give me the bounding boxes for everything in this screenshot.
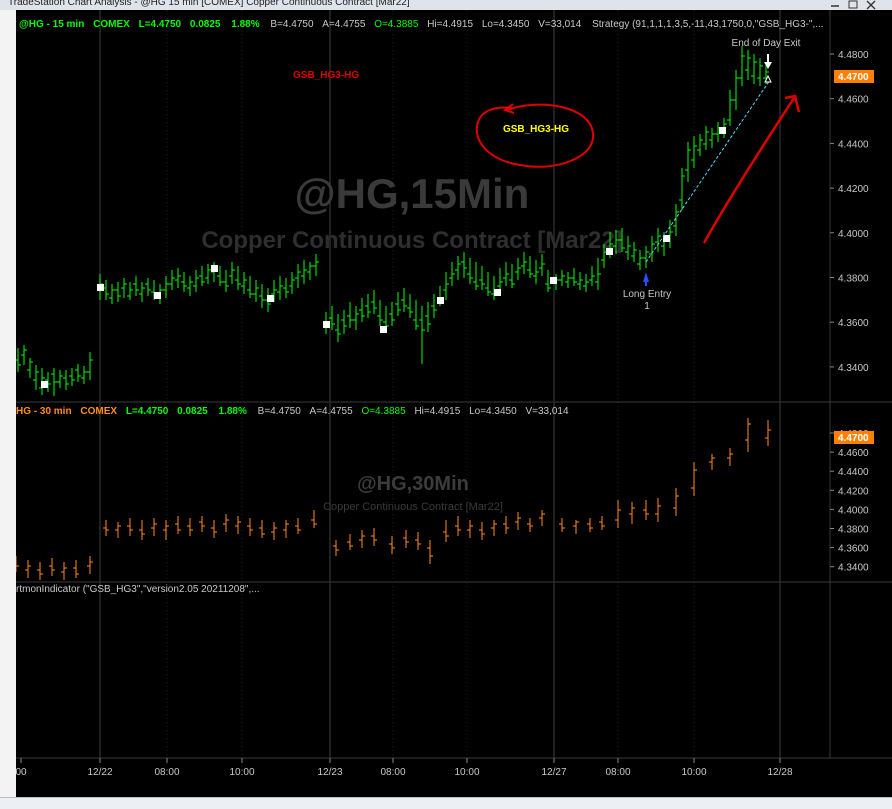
price-axis-30-label: 4.4600: [838, 448, 869, 459]
pane2-bid: B=4.4750: [258, 406, 302, 417]
price-marker-15: 4.4700: [838, 72, 869, 83]
pane3-indicator[interactable]: rtmonIndicator ("GSB_HG3","version2.05 2…: [16, 584, 260, 595]
price-axis-15-label: 4.4000: [838, 229, 869, 240]
chart-window[interactable]: @HG,15Min Copper Continuous Contract [Ma…: [13, 10, 892, 797]
pane1-change: 0.0825: [190, 19, 221, 30]
price-axis-30-label: 4.4000: [838, 505, 869, 516]
pane1-exchange: COMEX: [93, 19, 130, 30]
pane2-ask: A=4.4755: [310, 406, 354, 417]
strategy-markers: [41, 127, 726, 388]
pane1-strategy[interactable]: Strategy (91,1,1,1,3,5,-11,43,1750,0,"GS…: [592, 19, 824, 30]
watermark-title-30: @HG,30Min: [357, 473, 469, 495]
pane2-exchange: COMEX: [80, 406, 117, 417]
strategy-marker: [380, 326, 387, 333]
price-axis-15-label: 4.4400: [838, 139, 869, 150]
time-label: 10:00: [681, 767, 706, 778]
pane2-symbol: HG - 30 min: [16, 406, 72, 417]
pane1-pct: 1.88%: [231, 19, 259, 30]
exit-arrow: [764, 62, 772, 69]
price-axis-30-label: 4.3600: [838, 544, 869, 555]
time-label: 00: [16, 767, 27, 778]
maximize-icon[interactable]: [846, 0, 860, 10]
time-label: 12/23: [317, 767, 342, 778]
watermark-subtitle-15: Copper Continuous Contract [Mar22]: [201, 227, 622, 254]
watermark-subtitle-30: Copper Continuous Contract [Mar22]: [323, 501, 503, 513]
long-entry-label: Long Entry: [623, 289, 671, 300]
strategy-marker: [267, 295, 274, 302]
strategy-marker: [41, 381, 48, 388]
minimize-icon[interactable]: [828, 0, 842, 10]
pane1-low: Lo=4.3450: [482, 19, 530, 30]
strategy-marker: [606, 248, 613, 255]
strategy-marker: [437, 297, 444, 304]
pane1-ask: A=4.4755: [322, 19, 366, 30]
strategy-marker: [550, 277, 557, 284]
price-marker-30: 4.4700: [838, 433, 869, 444]
strategy-marker: [211, 265, 218, 272]
price-axis-30-label: 4.4400: [838, 467, 869, 478]
pane1-open: O=4.3885: [374, 19, 419, 30]
pane1-header: @HG - 15 min COMEX L=4.4750 0.0825 1.88%…: [19, 19, 824, 30]
price-axis-30-label: 4.4200: [838, 486, 869, 497]
window-title: TradeStation Chart Analysis - @HG 15 min…: [8, 0, 410, 8]
strategy-marker: [719, 127, 726, 134]
pane2-header: HG - 30 min COMEX L=4.4750 0.0825 1.88% …: [16, 406, 569, 417]
session-dividers: [99, 10, 781, 758]
annotation-ellipse: [475, 103, 595, 168]
chart-canvas[interactable]: @HG,15Min Copper Continuous Contract [Ma…: [13, 10, 892, 797]
strategy-marker: [154, 292, 161, 299]
pane2-volume: V=33,014: [525, 406, 569, 417]
watermark-title-15: @HG,15Min: [295, 170, 530, 217]
pane1-bid: B=4.4750: [270, 19, 314, 30]
pane2-pct: 1.88%: [219, 406, 247, 417]
price-axis-15-label: 4.4800: [838, 50, 869, 61]
price-axis-30[interactable]: 4.48004.46004.44004.42004.40004.38004.36…: [830, 429, 869, 574]
long-entry-arrow: [643, 272, 649, 282]
time-label: 08:00: [154, 767, 179, 778]
strategy-label-red: GSB_HG3-HG: [293, 70, 359, 81]
time-label: 12/22: [87, 767, 112, 778]
time-label: 10:00: [454, 767, 479, 778]
time-label: 08:00: [605, 767, 630, 778]
strategy-marker: [323, 321, 330, 328]
price-axis-15-label: 4.3400: [838, 363, 869, 374]
left-frame: [0, 10, 16, 797]
pane1-symbol: @HG - 15 min: [19, 19, 84, 30]
pane1-last: L=4.4750: [139, 19, 182, 30]
pane2-open: O=4.3885: [361, 406, 406, 417]
price-axis-15-label: 4.3800: [838, 274, 869, 285]
status-bar: [0, 797, 892, 809]
price-axis-30-label: 4.3800: [838, 525, 869, 536]
time-axis[interactable]: 00 12/22 08:00 10:00 12/23 08:00 10:00 12/27 08:…: [15, 758, 793, 778]
exit-label: End of Day Exit: [732, 38, 801, 49]
pane2-change: 0.0825: [177, 406, 208, 417]
pane2-last: L=4.4750: [126, 406, 169, 417]
pane2-low: Lo=4.3450: [469, 406, 517, 417]
price-axis-15[interactable]: 4.4800 4.4600 4.4400 4.4200 4.4000 4.3800 4.36…: [830, 50, 869, 374]
price-axis-30-label: 4.3400: [838, 563, 869, 574]
price-axis-15-label: 4.4600: [838, 95, 869, 106]
pane2-high: Hi=4.4915: [414, 406, 460, 417]
time-label: 08:00: [380, 767, 405, 778]
pane1-high: Hi=4.4915: [427, 19, 473, 30]
strategy-marker: [97, 284, 104, 291]
time-label: 10:00: [229, 767, 254, 778]
strategy-marker: [494, 289, 501, 296]
time-label: 12/27: [541, 767, 566, 778]
price-axis-15-label: 4.4200: [838, 184, 869, 195]
long-entry-number: 1: [644, 301, 650, 312]
close-icon[interactable]: [864, 0, 878, 10]
pane1-volume: V=33,014: [538, 19, 582, 30]
time-label: 12/28: [767, 767, 792, 778]
price-axis-15-label: 4.3600: [838, 318, 869, 329]
strategy-label-yellow: GSB_HG3-HG: [503, 124, 569, 135]
